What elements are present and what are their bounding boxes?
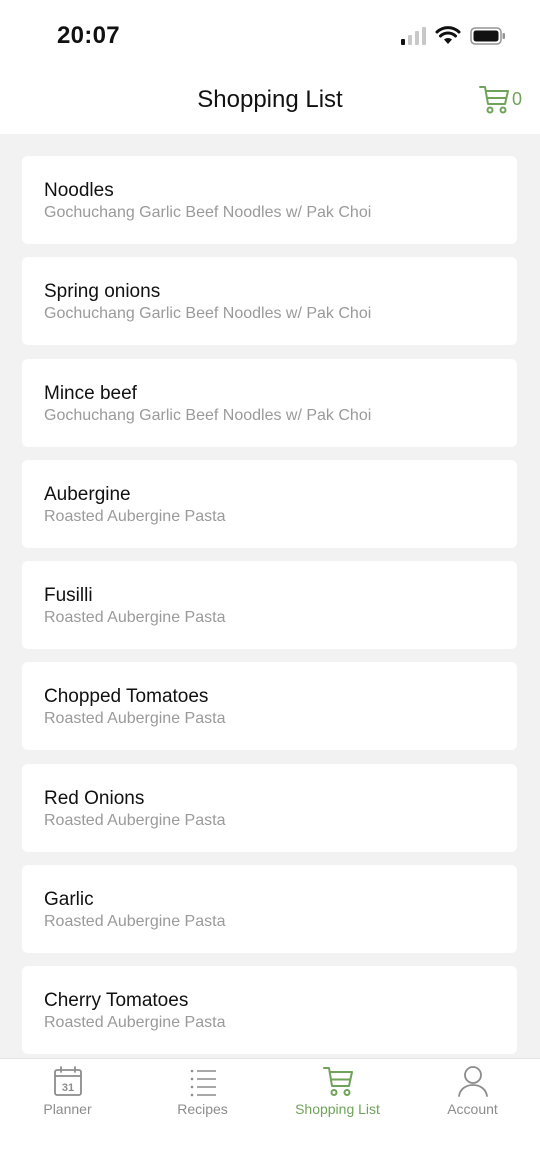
cart-count: 0 (511, 88, 522, 109)
list-item[interactable]: Noodles Gochuchang Garlic Beef Noodles w… (22, 156, 517, 244)
tab-label: Shopping List (295, 1101, 380, 1117)
item-recipe: Roasted Aubergine Pasta (44, 507, 226, 525)
cart-button[interactable]: 0 (478, 84, 522, 114)
list-item[interactable]: Red Onions Roasted Aubergine Pasta (22, 763, 517, 852)
app-header: Shopping List 0 (0, 72, 540, 134)
list-item[interactable]: Cherry Tomatoes Roasted Aubergine Pasta (22, 966, 517, 1055)
item-name: Cherry Tomatoes (44, 990, 189, 1012)
tab-label: Recipes (177, 1101, 228, 1117)
list-item[interactable]: Spring onions Gochuchang Garlic Beef Noo… (22, 257, 517, 346)
item-recipe: Roasted Aubergine Pasta (44, 913, 226, 931)
list-item[interactable]: Mince beef Gochuchang Garlic Beef Noodle… (22, 358, 517, 447)
list-item[interactable]: Fusilli Roasted Aubergine Pasta (22, 561, 517, 650)
tab-planner[interactable]: 31 Planner (0, 1059, 135, 1167)
item-name: Mince beef (44, 382, 137, 404)
item-name: Fusilli (44, 585, 93, 607)
tab-shopping-list[interactable]: Shopping List (270, 1059, 405, 1167)
item-recipe: Gochuchang Garlic Beef Noodles w/ Pak Ch… (44, 204, 372, 221)
item-recipe: Roasted Aubergine Pasta (44, 609, 226, 627)
signal-icon (401, 26, 426, 45)
status-time: 20:07 (57, 22, 120, 49)
item-name: Noodles (44, 180, 114, 201)
item-recipe: Roasted Aubergine Pasta (44, 1014, 226, 1032)
item-recipe: Roasted Aubergine Pasta (44, 811, 226, 829)
user-icon (457, 1066, 488, 1097)
tab-recipes[interactable]: Recipes (135, 1059, 270, 1167)
list-icon (190, 1069, 216, 1097)
shopping-list: Noodles Gochuchang Garlic Beef Noodles w… (22, 156, 517, 1068)
battery-icon (470, 26, 505, 45)
item-name: Garlic (44, 889, 94, 911)
item-name: Spring onions (44, 281, 161, 303)
item-recipe: Gochuchang Garlic Beef Noodles w/ Pak Ch… (44, 406, 372, 424)
list-item[interactable]: Aubergine Roasted Aubergine Pasta (22, 459, 517, 548)
calendar-icon: 31 (53, 1066, 82, 1096)
cart-icon (478, 86, 509, 114)
list-item[interactable]: Garlic Roasted Aubergine Pasta (22, 865, 517, 954)
cart-icon (322, 1067, 353, 1096)
item-name: Chopped Tomatoes (44, 686, 209, 708)
item-recipe: Roasted Aubergine Pasta (44, 710, 226, 728)
item-name: Red Onions (44, 787, 145, 809)
tab-account[interactable]: Account (405, 1059, 540, 1167)
list-item[interactable]: Chopped Tomatoes Roasted Aubergine Pasta (22, 662, 517, 751)
status-icons (400, 26, 506, 45)
wifi-icon (435, 26, 461, 44)
item-name: Aubergine (44, 483, 131, 505)
tab-label: Planner (43, 1101, 92, 1117)
page-title: Shopping List (197, 86, 343, 113)
tab-label: Account (447, 1101, 498, 1117)
status-bar: 20:07 (0, 0, 540, 72)
tab-bar: 31 Planner Recipes Shopping List Account (0, 1058, 540, 1167)
calendar-day: 31 (61, 1082, 73, 1094)
item-recipe: Gochuchang Garlic Beef Noodles w/ Pak Ch… (44, 305, 372, 323)
